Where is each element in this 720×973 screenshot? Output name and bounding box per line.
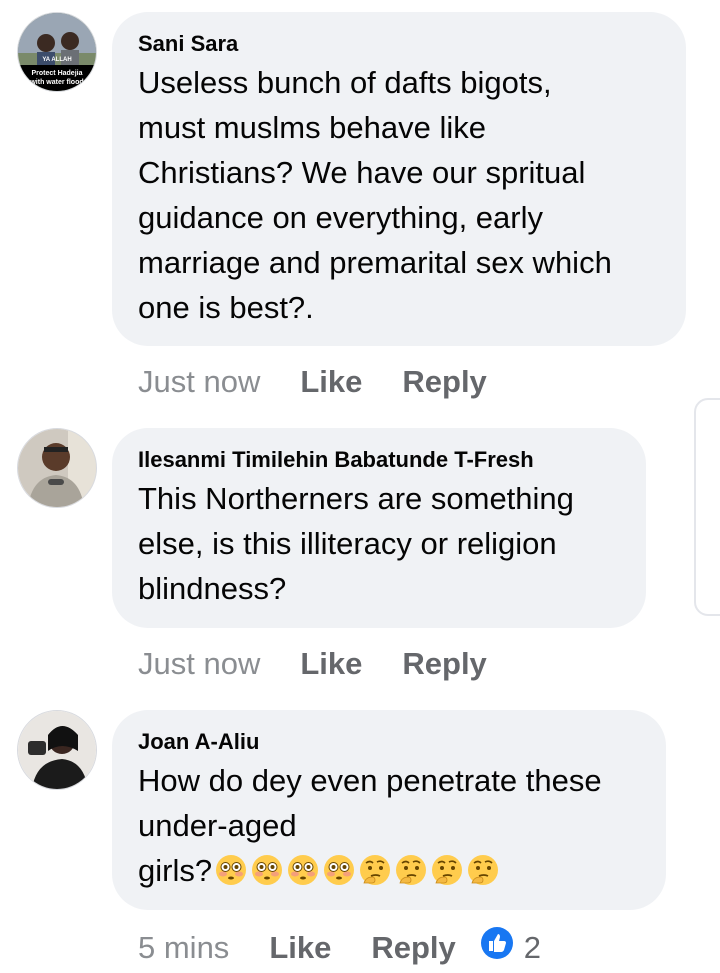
comment-timestamp[interactable]: Just now [138, 644, 260, 684]
comment-bubble[interactable]: Sani Sara Useless bunch of dafts bigots,… [112, 12, 686, 346]
reply-button[interactable]: Reply [402, 644, 486, 684]
comments-thread: YA ALLAH Protect Hadejia with water floo… [0, 0, 720, 973]
avatar-caption-line-1: Protect Hadejia [32, 70, 83, 77]
comment-author[interactable]: Sani Sara [138, 30, 660, 58]
thinking-face-emoji-icon [466, 853, 500, 899]
reaction-summary[interactable]: 2 [480, 926, 541, 970]
flushed-face-emoji-icon [250, 853, 284, 899]
flushed-face-emoji-icon [322, 853, 356, 899]
like-button[interactable]: Like [300, 644, 362, 684]
comment-actions: Just now Like Reply [138, 644, 487, 684]
comment-author[interactable]: Joan A-Aliu [138, 728, 640, 756]
like-button[interactable]: Like [300, 362, 362, 402]
avatar[interactable]: YA ALLAH Protect Hadejia with water floo… [17, 12, 97, 92]
thinking-face-emoji-icon [430, 853, 464, 899]
comment-timestamp[interactable]: Just now [138, 362, 260, 402]
comment-bubble[interactable]: Ilesanmi Timilehin Babatunde T-Fresh Thi… [112, 428, 646, 628]
comment-bubble[interactable]: Joan A-Aliu How do dey even penetrate th… [112, 710, 666, 910]
like-reaction-icon [480, 926, 514, 970]
reaction-count: 2 [523, 930, 542, 965]
avatar[interactable] [17, 710, 97, 790]
comment-actions: 5 mins Like Reply 2 [138, 926, 541, 970]
reply-button[interactable]: Reply [402, 362, 486, 402]
flushed-face-emoji-icon [286, 853, 320, 899]
reply-button[interactable]: Reply [371, 928, 455, 968]
comment-author[interactable]: Ilesanmi Timilehin Babatunde T-Fresh [138, 446, 620, 474]
comment-text: How do dey even penetrate these under-ag… [138, 758, 640, 899]
like-button[interactable]: Like [269, 928, 331, 968]
flushed-face-emoji-icon [214, 853, 248, 899]
avatar-caption-top: YA ALLAH [42, 57, 71, 63]
comment-actions: Just now Like Reply [138, 362, 487, 402]
comment-text: This Northerners are something else, is … [138, 481, 574, 606]
avatar-caption-line-2: with water flood [29, 79, 83, 86]
avatar[interactable] [17, 428, 97, 508]
thinking-face-emoji-icon [394, 853, 428, 899]
comment-text: Useless bunch of dafts bigots, must musl… [138, 65, 612, 325]
thinking-face-emoji-icon [358, 853, 392, 899]
emoji-row [212, 853, 500, 888]
comment-timestamp[interactable]: 5 mins [138, 928, 229, 968]
side-panel-edge [694, 398, 720, 616]
